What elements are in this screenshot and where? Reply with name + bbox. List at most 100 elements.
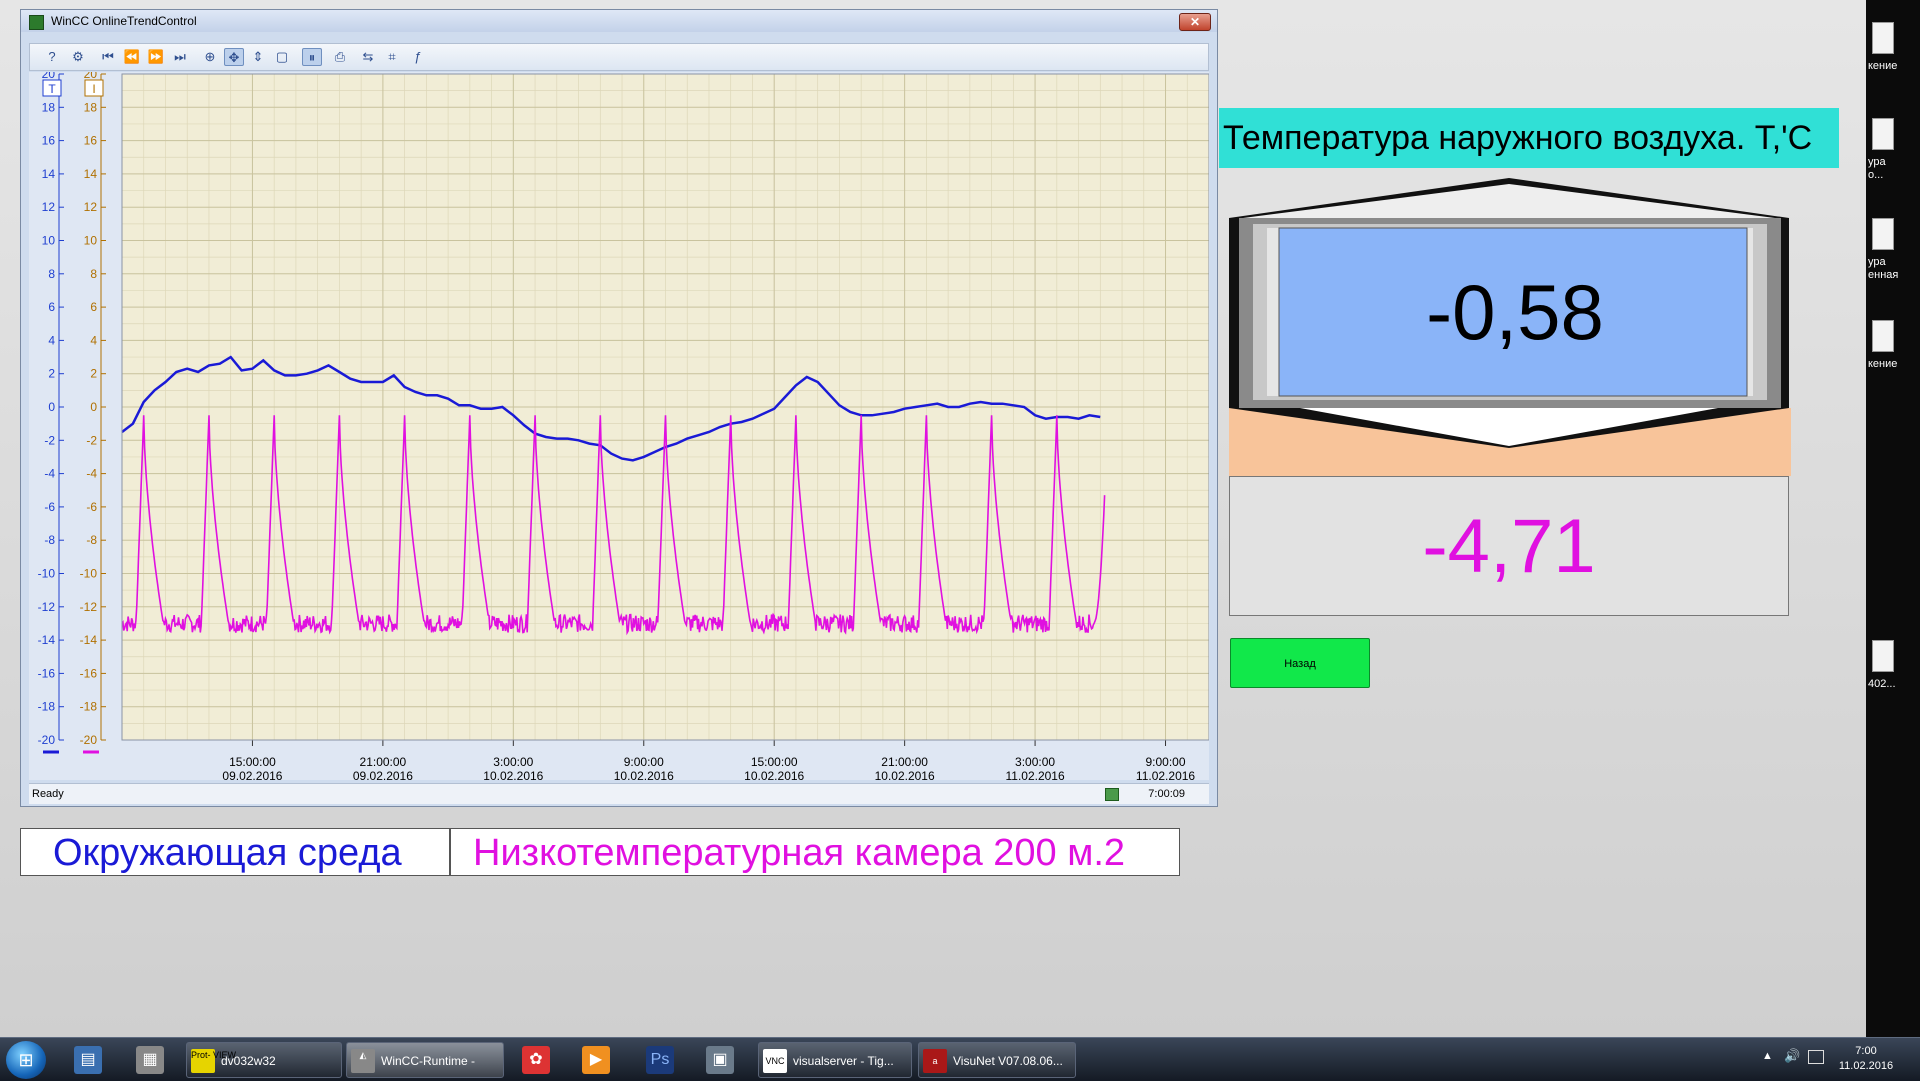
y-tick-label: 6 [90, 300, 97, 314]
legend-chamber: Низкотемпературная камера 200 м.2 [450, 828, 1180, 876]
tray-expand-icon[interactable]: ▲ [1762, 1050, 1773, 1062]
y-tick-label: 18 [84, 100, 98, 114]
next-icon[interactable]: ⏩ [146, 48, 166, 66]
y-tick-label: 10 [84, 234, 98, 248]
x-tick-time: 21:00:00 [360, 755, 407, 769]
statistics-area-icon[interactable]: ⌗ [382, 48, 402, 66]
y-tick-label: -16 [38, 666, 56, 680]
zoom-area-icon[interactable]: ⊕ [200, 48, 220, 66]
window-titlebar[interactable]: WinCC OnlineTrendControl ✕ [21, 10, 1217, 32]
x-tick-time: 9:00:00 [1145, 755, 1185, 769]
clock[interactable]: 7:00 11.02.2016 [1822, 1044, 1910, 1074]
x-tick-time: 3:00:00 [1015, 755, 1055, 769]
ruler-icon[interactable]: ⇆ [358, 48, 378, 66]
connection-status-icon [1105, 788, 1119, 801]
print-icon[interactable]: ⎙ [330, 48, 350, 66]
wincc-icon: ◭ [351, 1049, 375, 1073]
x-tick-time: 9:00:00 [624, 755, 664, 769]
chamber-value-box: -4,71 [1229, 476, 1789, 616]
desktop-icon-label: о... [1868, 169, 1884, 181]
taskbar: ⊞ ▲ 🔊 7:00 11.02.2016 ▤ ▦ Prot- VIEW dv032w… [0, 1037, 1920, 1081]
y-tick-label: 2 [90, 367, 97, 381]
photoshop-icon[interactable]: Ps [646, 1046, 674, 1074]
taskbar-button-label: visualserver - Tig... [793, 1054, 894, 1068]
calculator-icon[interactable]: ▦ [136, 1046, 164, 1074]
y-tick-label: 12 [42, 200, 56, 214]
desktop-icon-label: кение [1868, 358, 1898, 370]
y-tick-label: -12 [80, 600, 98, 614]
y-tick-label: -12 [38, 600, 56, 614]
taskbar-button-label: VisuNet V07.08.06... [953, 1054, 1063, 1068]
visunet-icon: a [923, 1049, 947, 1073]
y-tick-label: 8 [48, 267, 55, 281]
y-tick-label: 16 [42, 134, 56, 148]
volume-icon[interactable]: 🔊 [1784, 1048, 1800, 1064]
y-tick-label: -18 [38, 700, 56, 714]
axis-tag-label: T [48, 82, 56, 96]
trend-control-window: WinCC OnlineTrendControl ✕ ? ⚙ ⏮ ⏪ ⏩ ⏭ ⊕ ✥ ⇕ ▢ ⏸ ⎙ ⇆… [20, 9, 1218, 807]
paint-icon[interactable]: ✿ [522, 1046, 550, 1074]
taskbar-button[interactable]: ◭ WinCC-Runtime - [346, 1042, 504, 1078]
protview-icon: Prot- VIEW [191, 1049, 236, 1073]
y-tick-label: -2 [86, 433, 97, 447]
y-tick-label: 16 [84, 134, 98, 148]
last-icon[interactable]: ⏭ [170, 48, 190, 66]
move-time-axis-icon[interactable]: ⇕ [248, 48, 268, 66]
y-tick-label: -18 [80, 700, 98, 714]
document-icon [1872, 218, 1894, 250]
desktop-icon-label: ура [1868, 256, 1886, 268]
y-tick-label: -10 [80, 567, 98, 581]
y-tick-label: -4 [86, 467, 97, 481]
y-tick-label: 10 [42, 234, 56, 248]
statistics-icon[interactable]: ƒ [408, 48, 428, 66]
back-button[interactable]: Назад [1230, 638, 1370, 688]
help-icon[interactable]: ? [42, 48, 62, 66]
taskbar-button[interactable]: VNC visualserver - Tig... [758, 1042, 912, 1078]
x-tick-date: 10.02.2016 [875, 769, 935, 780]
vnc-icon: VNC [763, 1049, 787, 1073]
outside-temperature-value: -0,58 [1426, 268, 1604, 356]
configure-icon[interactable]: ⚙ [68, 48, 88, 66]
x-tick-date: 10.02.2016 [744, 769, 804, 780]
wincc-trend-icon [29, 15, 44, 30]
document-icon [1872, 640, 1894, 672]
trend-chart[interactable]: -20-18-16-14-12-10-8-6-4-202468101214161… [29, 72, 1209, 780]
x-tick-date: 11.02.2016 [1005, 769, 1064, 780]
y-tick-label: 14 [84, 167, 98, 181]
y-tick-label: -20 [80, 733, 98, 747]
status-ready: Ready [32, 788, 64, 800]
y-tick-label: -14 [38, 633, 56, 647]
taskbar-button-label: dv032w32 [221, 1054, 276, 1068]
y-tick-label: 8 [90, 267, 97, 281]
x-tick-time: 15:00:00 [229, 755, 276, 769]
status-time: 7:00:09 [1148, 788, 1185, 800]
network-computer-icon[interactable]: ▣ [706, 1046, 734, 1074]
y-tick-label: -8 [44, 533, 55, 547]
y-tick-label: 2 [48, 367, 55, 381]
media-player-icon[interactable]: ▶ [582, 1046, 610, 1074]
x-tick-date: 10.02.2016 [614, 769, 674, 780]
x-tick-time: 3:00:00 [493, 755, 533, 769]
y-tick-label: -6 [44, 500, 55, 514]
y-tick-label: -20 [38, 733, 56, 747]
taskbar-button[interactable]: a VisuNet V07.08.06... [918, 1042, 1076, 1078]
clock-time: 7:00 [1855, 1045, 1877, 1057]
legend-ambient: Окружающая среда [20, 828, 450, 876]
original-view-icon[interactable]: ▢ [272, 48, 292, 66]
start-button[interactable]: ⊞ [6, 1041, 46, 1079]
y-tick-label: -6 [86, 500, 97, 514]
explorer-icon[interactable]: ▤ [74, 1046, 102, 1074]
taskbar-button[interactable]: Prot- VIEW dv032w32 [186, 1042, 342, 1078]
close-button[interactable]: ✕ [1179, 13, 1211, 31]
x-tick-date: 09.02.2016 [353, 769, 413, 780]
desktop-icon-label: 402... [1868, 678, 1896, 690]
y-tick-label: -8 [86, 533, 97, 547]
first-icon[interactable]: ⏮ [98, 48, 118, 66]
previous-icon[interactable]: ⏪ [122, 48, 142, 66]
y-tick-label: -16 [80, 666, 98, 680]
axis-tag-label: I [92, 82, 95, 96]
start-stop-icon[interactable]: ⏸ [302, 48, 322, 66]
move-axes-icon[interactable]: ✥ [224, 48, 244, 66]
x-tick-time: 15:00:00 [751, 755, 798, 769]
x-tick-time: 21:00:00 [881, 755, 928, 769]
